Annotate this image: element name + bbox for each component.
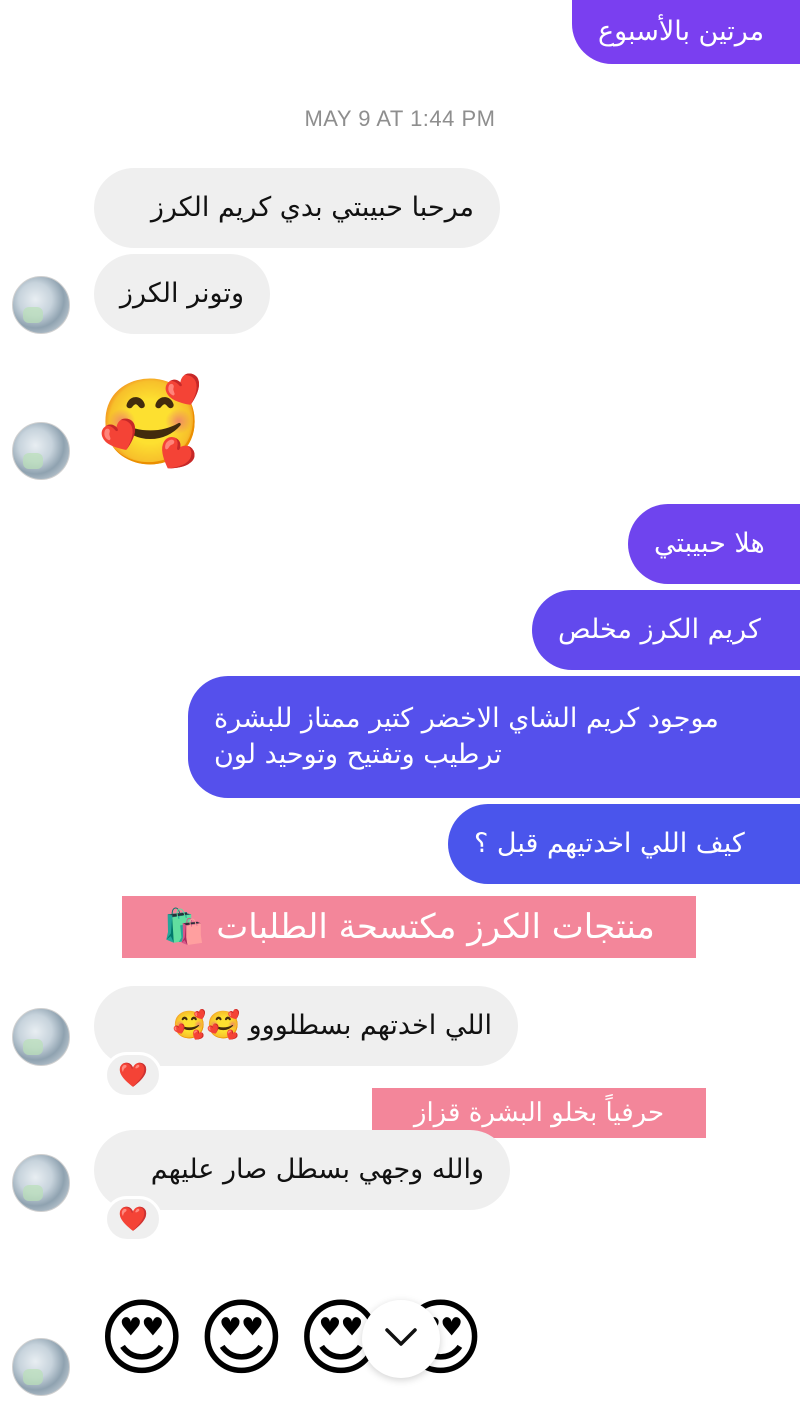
message-outgoing[interactable]: كريم الكرز مخلص	[532, 590, 800, 670]
message-text: هلا حبيبتي	[654, 528, 765, 559]
caption-text: منتجات الكرز مكتسحة الطلبات 🛍️	[163, 907, 655, 947]
message-text-line: ترطيب وتفتيح وتوحيد لون	[214, 739, 502, 770]
heart-eyes-emoji: 😍	[197, 1289, 298, 1387]
timestamp: MAY 9 AT 1:44 PM	[304, 106, 496, 131]
heart-icon: ❤️	[118, 1205, 148, 1233]
avatar[interactable]	[12, 1008, 70, 1066]
message-text: مرحبا حبيبتي بدي كريم الكرز	[150, 192, 474, 223]
message-text: اللي اخدتهم بسطلووو 🥰🥰	[172, 1010, 492, 1041]
scroll-down-button[interactable]	[362, 1300, 440, 1378]
avatar[interactable]	[12, 1154, 70, 1212]
message-incoming[interactable]: وتونر الكرز	[94, 254, 270, 334]
message-outgoing[interactable]: كيف اللي اخدتيهم قبل ؟	[448, 804, 800, 884]
emoji-message[interactable]: 🥰	[98, 374, 203, 470]
message-outgoing[interactable]: مرتين بالأسبوع	[572, 0, 800, 64]
caption-overlay: منتجات الكرز مكتسحة الطلبات 🛍️	[122, 896, 696, 958]
message-text: مرتين بالأسبوع	[598, 16, 765, 47]
message-text-line: موجود كريم الشاي الاخضر كتير ممتاز للبشر…	[214, 703, 719, 734]
message-text: كريم الكرز مخلص	[558, 614, 761, 645]
message-text: والله وجهي بسطل صار عليهم	[150, 1154, 484, 1185]
heart-eyes-emoji: 😍	[98, 1289, 198, 1387]
caption-text: حرفياً بخلو البشرة قزاز	[413, 1098, 665, 1128]
message-outgoing[interactable]: موجود كريم الشاي الاخضر كتير ممتاز للبشر…	[188, 676, 800, 798]
message-outgoing[interactable]: هلا حبيبتي	[628, 504, 800, 584]
message-text: وتونر الكرز	[119, 278, 244, 309]
message-text: كيف اللي اخدتيهم قبل ؟	[474, 828, 745, 859]
message-incoming[interactable]: والله وجهي بسطل صار عليهم	[94, 1130, 510, 1210]
avatar[interactable]	[12, 1338, 70, 1396]
heart-reaction[interactable]: ❤️	[104, 1196, 162, 1242]
avatar[interactable]	[12, 422, 70, 480]
message-incoming[interactable]: اللي اخدتهم بسطلووو 🥰🥰	[94, 986, 518, 1066]
heart-icon: ❤️	[118, 1061, 148, 1089]
message-incoming[interactable]: مرحبا حبيبتي بدي كريم الكرز	[94, 168, 500, 248]
chevron-down-icon	[384, 1327, 418, 1351]
heart-reaction[interactable]: ❤️	[104, 1052, 162, 1098]
avatar[interactable]	[12, 276, 70, 334]
